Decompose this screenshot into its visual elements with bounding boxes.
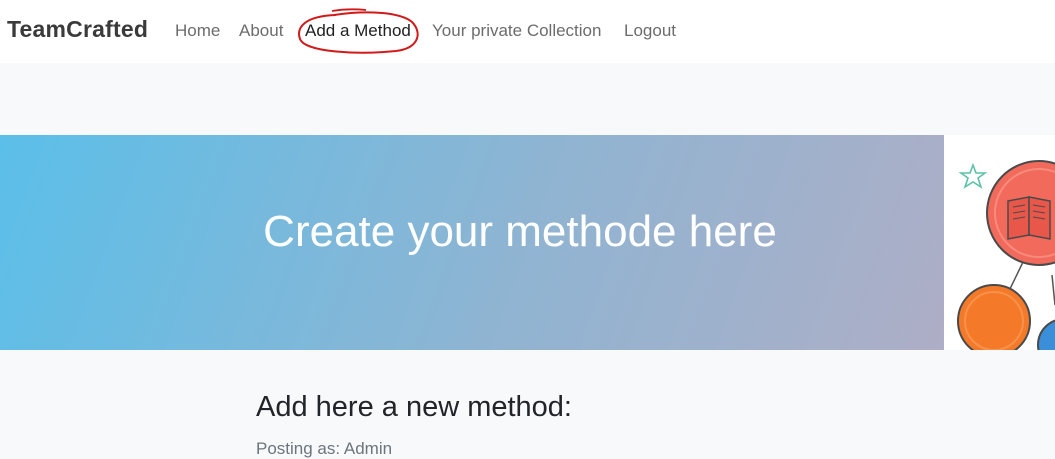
star-icon bbox=[958, 162, 988, 189]
top-navbar: TeamCrafted Home About Add a Method Your… bbox=[0, 0, 1055, 63]
section-title: Add here a new method: bbox=[256, 391, 572, 423]
book-icon bbox=[1007, 196, 1051, 240]
posting-as-label: Posting as: Admin bbox=[256, 439, 393, 458]
hero-title: Create your methode here bbox=[263, 207, 777, 256]
hero-illustration bbox=[944, 135, 1055, 350]
nav-link-add-method[interactable]: Add a Method bbox=[305, 21, 411, 41]
orange-circle bbox=[957, 284, 1031, 350]
illustration-graphic bbox=[957, 160, 1055, 350]
nav-link-logout[interactable]: Logout bbox=[624, 21, 676, 41]
nav-link-home[interactable]: Home bbox=[175, 21, 220, 41]
brand-logo[interactable]: TeamCrafted bbox=[7, 16, 148, 43]
nav-link-private-collection[interactable]: Your private Collection bbox=[432, 21, 601, 41]
blue-circle bbox=[1037, 319, 1055, 350]
nav-link-about[interactable]: About bbox=[239, 21, 283, 41]
